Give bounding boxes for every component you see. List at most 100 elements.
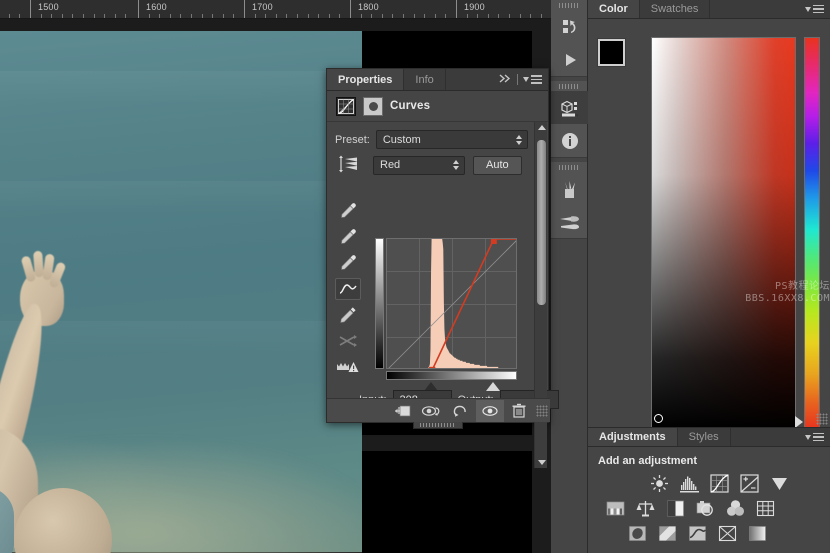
properties-tab-bar[interactable]: Properties Info bbox=[327, 69, 548, 91]
layer-mask-icon[interactable] bbox=[363, 96, 383, 116]
channel-mixer-icon[interactable] bbox=[726, 499, 745, 518]
double-chevron-right-icon[interactable] bbox=[499, 71, 512, 89]
black-and-white-icon[interactable] bbox=[666, 499, 685, 518]
collapsed-panel-dock[interactable] bbox=[551, 0, 588, 553]
eyedropper-white-point-icon[interactable] bbox=[335, 252, 361, 274]
hue-saturation-icon[interactable] bbox=[606, 499, 625, 518]
dock-grip[interactable] bbox=[551, 0, 587, 10]
threshold-icon[interactable] bbox=[688, 524, 707, 543]
dock-group-3d bbox=[551, 81, 588, 158]
dock-grip[interactable] bbox=[551, 81, 587, 91]
history-icon[interactable] bbox=[551, 10, 588, 43]
curve-point-tool-icon[interactable] bbox=[335, 278, 361, 300]
toggle-visibility-icon[interactable] bbox=[476, 399, 504, 422]
ruler-minor-tick bbox=[201, 14, 203, 18]
ruler-minor-tick bbox=[466, 14, 468, 18]
tab-color[interactable]: Color bbox=[588, 0, 640, 18]
color-field-cursor[interactable] bbox=[654, 414, 663, 423]
curve-tool-strip[interactable] bbox=[333, 200, 363, 378]
color-lookup-icon[interactable] bbox=[756, 499, 775, 518]
color-panel-tab-bar[interactable]: Color Swatches bbox=[588, 0, 830, 19]
smooth-curve-icon[interactable] bbox=[335, 330, 361, 352]
3d-icon[interactable] bbox=[551, 91, 588, 124]
clip-to-layer-icon[interactable] bbox=[389, 400, 417, 422]
dock-group-brushes bbox=[551, 162, 587, 239]
preset-select[interactable]: Custom bbox=[375, 130, 528, 149]
ruler-minor-tick bbox=[477, 14, 479, 18]
panel-menu-icon[interactable] bbox=[523, 75, 542, 84]
brush-presets-icon[interactable] bbox=[551, 172, 588, 205]
ruler-minor-tick bbox=[19, 14, 21, 18]
ruler-minor-tick bbox=[328, 14, 330, 18]
delete-icon[interactable] bbox=[505, 400, 533, 422]
scrollbar-thumb[interactable] bbox=[537, 140, 546, 305]
auto-button[interactable]: Auto bbox=[473, 155, 522, 175]
channel-value: Red bbox=[380, 159, 401, 171]
curves-icon[interactable] bbox=[710, 474, 729, 493]
clipping-warning-icon[interactable] bbox=[335, 356, 361, 378]
ruler-minor-tick bbox=[487, 14, 489, 18]
ruler-label: 1700 bbox=[252, 2, 273, 12]
tab-swatches[interactable]: Swatches bbox=[640, 0, 711, 18]
foreground-background-swatches[interactable] bbox=[597, 38, 642, 82]
tab-info-label: Info bbox=[415, 73, 434, 86]
photo-filter-icon[interactable] bbox=[696, 499, 715, 518]
scroll-down-arrow[interactable] bbox=[535, 457, 548, 468]
adjustments-panel[interactable]: Adjustments Styles Add an adjustment bbox=[588, 427, 830, 553]
posterize-icon[interactable] bbox=[658, 524, 677, 543]
color-panel-resize-grip[interactable] bbox=[816, 413, 828, 425]
foreground-color-swatch[interactable] bbox=[597, 38, 626, 67]
ruler-minor-tick bbox=[275, 14, 277, 18]
ruler-minor-tick bbox=[222, 14, 224, 18]
hue-slider[interactable] bbox=[804, 37, 820, 430]
on-image-adjust-icon[interactable] bbox=[335, 155, 361, 175]
gradient-map-icon[interactable] bbox=[748, 524, 767, 543]
ruler-minor-tick bbox=[83, 14, 84, 18]
adjustment-icon-grid[interactable] bbox=[588, 467, 830, 543]
exposure-icon[interactable] bbox=[740, 474, 759, 493]
photoshop-window: 15001600170018001900200021002200230 bbox=[0, 0, 830, 553]
actions-play-icon[interactable] bbox=[551, 43, 588, 76]
ruler-minor-tick bbox=[424, 14, 426, 18]
output-gradient-strip bbox=[375, 238, 384, 369]
curves-graph[interactable] bbox=[375, 238, 517, 391]
ruler-minor-tick bbox=[125, 14, 127, 18]
selective-color-icon[interactable] bbox=[718, 524, 737, 543]
panel-resize-grip[interactable] bbox=[536, 404, 548, 417]
color-picker-field[interactable] bbox=[651, 37, 796, 430]
chevron-updown-icon bbox=[453, 160, 459, 170]
brightness-contrast-icon[interactable] bbox=[650, 474, 669, 493]
view-previous-state-icon[interactable] bbox=[418, 400, 446, 422]
pencil-draw-curve-icon[interactable] bbox=[335, 304, 361, 326]
panel-menu-icon[interactable] bbox=[805, 432, 824, 442]
color-panel[interactable]: Color Swatches PS教程论坛 BBS.16XX8.COM bbox=[588, 0, 830, 430]
curve-line[interactable] bbox=[387, 239, 517, 369]
adjustments-tab-bar[interactable]: Adjustments Styles bbox=[588, 428, 830, 447]
tab-color-label: Color bbox=[599, 3, 628, 15]
curve-plot-area[interactable] bbox=[386, 238, 517, 369]
tab-adjustments[interactable]: Adjustments bbox=[588, 428, 678, 446]
dock-group-history bbox=[551, 0, 587, 77]
color-balance-icon[interactable] bbox=[636, 499, 655, 518]
panel-bottom-grip[interactable] bbox=[412, 422, 463, 429]
invert-icon[interactable] bbox=[628, 524, 647, 543]
canvas-image-underwater[interactable] bbox=[0, 31, 372, 553]
curves-icon[interactable] bbox=[336, 96, 356, 116]
brush-icon[interactable] bbox=[551, 205, 588, 238]
eyedropper-gray-point-icon[interactable] bbox=[335, 226, 361, 248]
panel-menu-icon[interactable] bbox=[805, 4, 824, 14]
channel-select[interactable]: Red bbox=[373, 155, 465, 175]
tab-properties[interactable]: Properties bbox=[327, 69, 405, 90]
vibrance-icon[interactable] bbox=[770, 474, 789, 493]
info-icon[interactable] bbox=[551, 124, 588, 157]
levels-icon[interactable] bbox=[680, 474, 699, 493]
eyedropper-black-point-icon[interactable] bbox=[335, 200, 361, 222]
properties-footer-toolbar[interactable] bbox=[327, 398, 550, 422]
tab-styles[interactable]: Styles bbox=[678, 428, 731, 446]
scroll-up-arrow[interactable] bbox=[535, 122, 548, 133]
reset-icon[interactable] bbox=[447, 400, 475, 422]
canvas-top-margin bbox=[0, 19, 551, 31]
tab-info[interactable]: Info bbox=[404, 69, 446, 90]
properties-panel[interactable]: Properties Info Curves Preset: Custom Re… bbox=[326, 68, 559, 468]
dock-grip[interactable] bbox=[551, 162, 587, 172]
